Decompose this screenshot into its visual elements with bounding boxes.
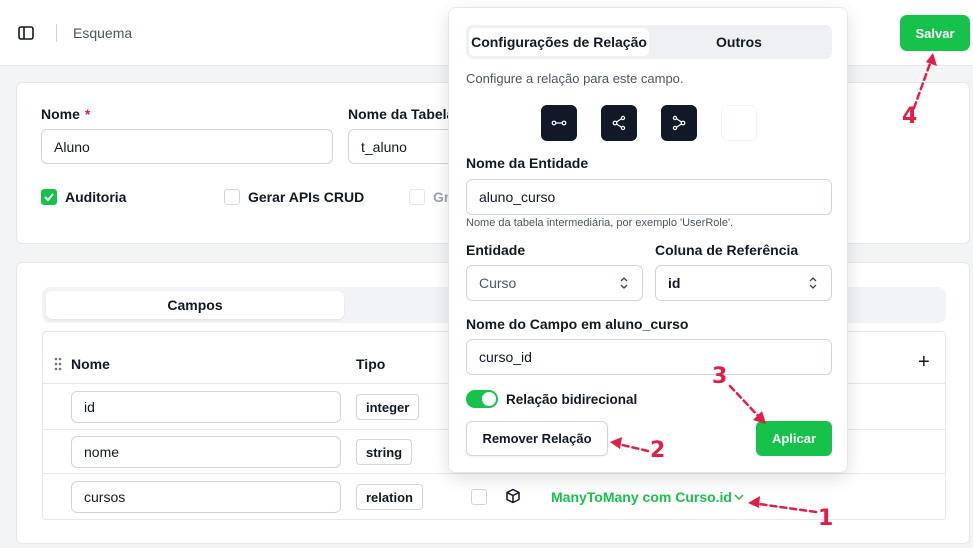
relation-summary-link[interactable]: ManyToMany com Curso.id: [551, 489, 732, 505]
column-header-type: Tipo: [356, 356, 386, 372]
field-name-input[interactable]: id: [71, 391, 341, 423]
name-label: Nome *: [41, 106, 91, 122]
annotation-number-3: 3: [712, 364, 728, 389]
breadcrumb[interactable]: Esquema: [73, 25, 132, 41]
one-to-many-icon[interactable]: [601, 105, 637, 141]
bidirectional-toggle[interactable]: [466, 390, 498, 408]
audit-checkbox[interactable]: [41, 189, 57, 205]
cube-icon[interactable]: [505, 488, 521, 507]
relation-type-empty-slot[interactable]: [721, 105, 757, 141]
header-divider: [56, 24, 57, 42]
sidebar-toggle-icon[interactable]: [16, 23, 36, 43]
crud-api-label: Gerar APIs CRUD: [248, 189, 365, 205]
crud-api-checkbox[interactable]: [224, 189, 240, 205]
toggle-knob: [482, 392, 496, 406]
entity-name-label: Nome da Entidade: [466, 155, 589, 171]
relation-config-popover: Configurações de Relação Outros Configur…: [448, 7, 848, 473]
select-chevron-icon: [807, 276, 819, 293]
annotation-number-4: 4: [902, 104, 918, 129]
chevron-down-icon[interactable]: [733, 490, 745, 506]
column-header-name: Nome: [71, 356, 110, 372]
table-name-label: Nome da Tabela: [348, 106, 448, 122]
field-type-badge[interactable]: relation: [356, 484, 423, 510]
select-chevron-icon: [618, 276, 630, 293]
field-type-badge[interactable]: integer: [356, 394, 420, 420]
required-mark: *: [84, 106, 91, 122]
tab-others[interactable]: Outros: [649, 28, 829, 56]
name-input[interactable]: Aluno: [41, 129, 333, 164]
add-field-icon[interactable]: +: [918, 351, 930, 374]
annotation-number-2: 2: [650, 438, 666, 463]
popover-tab-bar: Configurações de Relação Outros: [466, 25, 832, 59]
field-name-in-join-input[interactable]: curso_id: [466, 339, 832, 375]
tab-relation-settings[interactable]: Configurações de Relação: [469, 28, 649, 56]
field-required-checkbox[interactable]: [471, 489, 487, 505]
bidirectional-label: Relação bidirecional: [506, 392, 638, 407]
entity-select[interactable]: Curso: [466, 265, 643, 301]
annotation-number-1: 1: [818, 506, 834, 531]
entity-name-hint: Nome da tabela intermediária, por exempl…: [466, 217, 734, 229]
save-button[interactable]: Salvar: [900, 15, 970, 51]
entity-name-input[interactable]: aluno_curso: [466, 179, 832, 215]
table-name-input[interactable]: t_aluno: [348, 129, 450, 164]
field-name-input[interactable]: cursos: [71, 481, 341, 513]
many-to-many-icon[interactable]: [661, 105, 697, 141]
field-type-badge[interactable]: string: [356, 439, 413, 465]
reference-column-value: id: [668, 275, 681, 291]
third-option-checkbox[interactable]: [409, 189, 425, 205]
drag-handle-icon[interactable]: [54, 357, 62, 374]
field-name-in-join-label: Nome do Campo em aluno_curso: [466, 316, 689, 332]
tab-campos[interactable]: Campos: [46, 291, 344, 319]
row-divider: [43, 473, 945, 474]
reference-column-select[interactable]: id: [655, 265, 832, 301]
reference-column-label: Coluna de Referência: [655, 242, 799, 258]
audit-label: Auditoria: [65, 189, 127, 205]
third-option-label: Gr: [433, 189, 449, 205]
entity-label: Entidade: [466, 242, 526, 258]
remove-relation-button[interactable]: Remover Relação: [466, 421, 608, 456]
one-to-one-icon[interactable]: [541, 105, 577, 141]
entity-select-value: Curso: [479, 275, 517, 291]
apply-button[interactable]: Aplicar: [756, 421, 832, 456]
popover-description: Configure a relação para este campo.: [466, 71, 684, 86]
field-name-input[interactable]: nome: [71, 436, 341, 468]
